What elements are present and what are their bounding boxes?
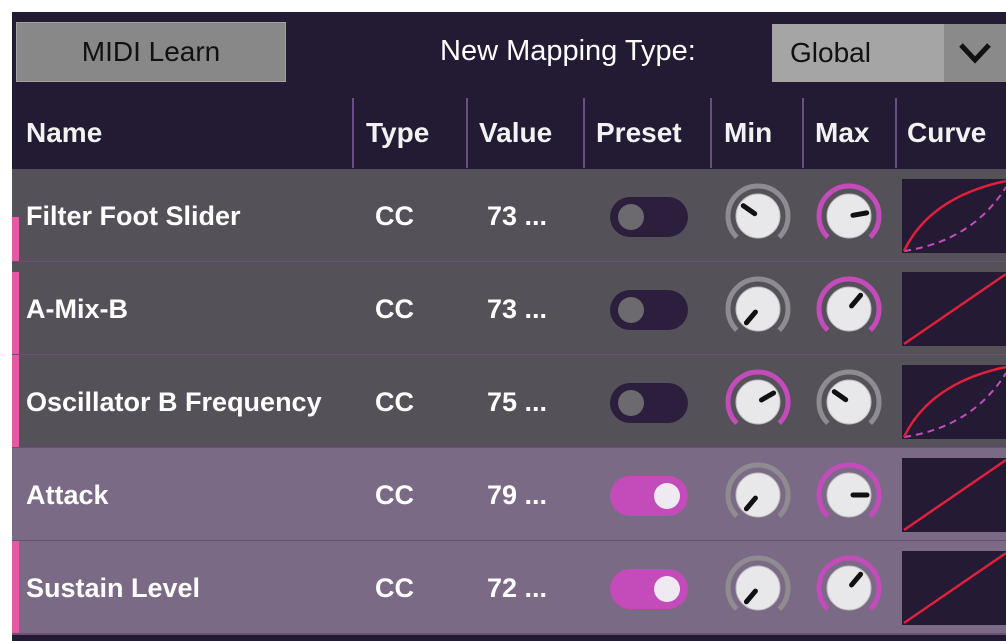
toggle-thumb: [618, 204, 644, 230]
column-header-min[interactable]: Min: [724, 98, 802, 168]
table-row[interactable]: Sustain Level CC 72 ...: [12, 541, 1006, 633]
row-type: CC: [375, 201, 414, 231]
row-value: 73 ...: [487, 201, 548, 231]
midi-learn-button[interactable]: MIDI Learn: [16, 22, 286, 82]
toggle-thumb: [618, 390, 644, 416]
column-header-name[interactable]: Name: [26, 98, 352, 168]
table-row[interactable]: Filter Foot Slider CC 73 ...: [12, 169, 1006, 261]
curve-line: [902, 365, 1006, 438]
max-knob[interactable]: [814, 274, 884, 344]
mapping-type-dropdown[interactable]: Global: [772, 24, 1006, 82]
column-header-max[interactable]: Max: [815, 98, 895, 168]
row-name: A-Mix-B: [26, 294, 128, 324]
preset-toggle[interactable]: [610, 383, 688, 423]
table-row[interactable]: Oscillator B Frequency CC 75 ...: [12, 355, 1006, 447]
row-value: 73 ...: [487, 294, 548, 324]
toggle-thumb: [654, 576, 680, 602]
table-row[interactable]: Attack CC 79 ...: [12, 448, 1006, 540]
preset-toggle[interactable]: [610, 197, 688, 237]
row-value: 72 ...: [487, 573, 548, 603]
curve-line: [903, 458, 1006, 532]
curve-graph: [902, 365, 1006, 438]
row-selection-marker: [12, 355, 19, 447]
row-name: Filter Foot Slider: [26, 201, 241, 231]
column-divider[interactable]: [710, 98, 712, 168]
knob-body: [826, 286, 872, 332]
column-header-type[interactable]: Type: [366, 98, 466, 168]
curve-line: [903, 272, 1006, 346]
column-header-preset[interactable]: Preset: [596, 98, 710, 168]
min-knob[interactable]: [723, 460, 793, 530]
chevron-down-icon[interactable]: [944, 24, 1006, 82]
row-type: CC: [375, 480, 414, 510]
preset-toggle[interactable]: [610, 569, 688, 609]
row-selection-marker: [12, 541, 19, 633]
curve-line: [903, 551, 1006, 625]
knob-body: [735, 565, 781, 611]
max-knob[interactable]: [814, 460, 884, 530]
curve-editor[interactable]: [902, 179, 1006, 253]
row-value: 79 ...: [487, 480, 548, 510]
max-knob[interactable]: [814, 367, 884, 437]
column-divider[interactable]: [895, 98, 897, 168]
toggle-thumb: [654, 483, 680, 509]
knob-body: [826, 379, 872, 425]
column-divider[interactable]: [466, 98, 468, 168]
curve-graph: [903, 551, 1006, 625]
column-divider[interactable]: [802, 98, 804, 168]
curve-editor[interactable]: [902, 272, 1006, 346]
min-knob[interactable]: [723, 274, 793, 344]
curve-editor[interactable]: [902, 365, 1006, 439]
toggle-thumb: [618, 297, 644, 323]
row-selection-marker: [12, 217, 19, 261]
knob-body: [735, 286, 781, 332]
curve-dashed-line: [903, 186, 1006, 252]
column-divider[interactable]: [583, 98, 585, 168]
row-type: CC: [375, 294, 414, 324]
row-name: Sustain Level: [26, 573, 201, 603]
column-header-curve[interactable]: Curve: [907, 98, 1006, 168]
max-knob[interactable]: [814, 553, 884, 623]
min-knob[interactable]: [723, 367, 793, 437]
midi-mapping-panel: MIDI Learn New Mapping Type: Global Name…: [12, 12, 1006, 641]
knob-indicator: [850, 210, 870, 218]
curve-editor[interactable]: [902, 458, 1006, 532]
max-knob[interactable]: [814, 181, 884, 251]
curve-line: [902, 179, 1006, 252]
row-selection-marker: [12, 272, 19, 354]
curve-dashed-line: [903, 372, 1006, 438]
row-type: CC: [375, 573, 414, 603]
preset-toggle[interactable]: [610, 476, 688, 516]
knob-body: [826, 193, 872, 239]
knob-body: [735, 379, 781, 425]
row-divider: [12, 633, 1006, 635]
table-row[interactable]: A-Mix-B CC 73 ...: [12, 262, 1006, 354]
toolbar: MIDI Learn New Mapping Type: Global: [12, 12, 1006, 98]
curve-graph: [903, 272, 1006, 346]
row-name: Oscillator B Frequency: [26, 387, 322, 417]
mapping-type-label: New Mapping Type:: [440, 35, 696, 67]
preset-toggle[interactable]: [610, 290, 688, 330]
curve-graph: [903, 458, 1006, 532]
knob-body: [826, 565, 872, 611]
table-header: Name Type Value Preset Min Max Curve: [12, 98, 1006, 168]
row-value: 75 ...: [487, 387, 548, 417]
column-header-value[interactable]: Value: [479, 98, 583, 168]
min-knob[interactable]: [723, 553, 793, 623]
row-name: Attack: [26, 480, 109, 510]
row-type: CC: [375, 387, 414, 417]
curve-graph: [902, 179, 1006, 252]
column-divider[interactable]: [352, 98, 354, 168]
mapping-type-value: Global: [790, 37, 871, 68]
knob-body: [735, 193, 781, 239]
knob-body: [735, 472, 781, 518]
curve-editor[interactable]: [902, 551, 1006, 625]
min-knob[interactable]: [723, 181, 793, 251]
